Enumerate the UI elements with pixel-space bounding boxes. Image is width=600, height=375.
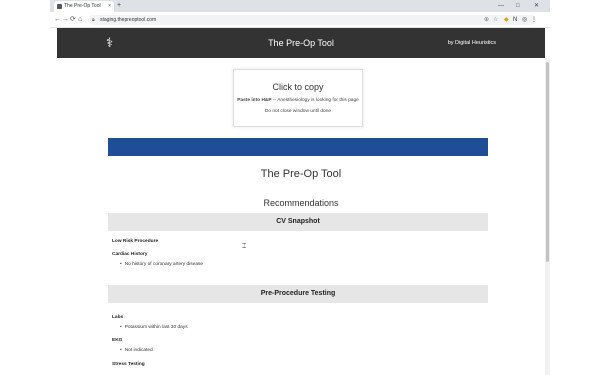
list-item: No history of coronary artery disease [120, 262, 203, 267]
screen: The Pre-Op Tool × + — □ ✕ ← → ⟳ ⌂ 🔒︎ sta… [50, 0, 550, 375]
browser-tab[interactable]: The Pre-Op Tool × [54, 1, 114, 12]
page-title: The Pre-Op Tool [260, 168, 342, 180]
address-bar[interactable]: 🔒︎ staging.thepreoptool.com ⊕ ☆ ◆ N ◎ ⋮ [88, 15, 537, 25]
bookmark-star-icon[interactable]: ☆ [493, 15, 498, 25]
byline[interactable]: by Digital Heuristics [448, 28, 496, 58]
item-label-stress-testing: Stress Testing [112, 362, 145, 367]
tab-favicon-icon [57, 4, 62, 9]
item-label-ekg: EKG [112, 338, 123, 343]
tab-title: The Pre-Op Tool [64, 3, 101, 9]
home-icon[interactable]: ⌂ [78, 12, 82, 28]
page-content: Click to copy Paste into H&P -- Anesthes… [57, 58, 545, 375]
item-label-cardiac-history: Cardiac History [112, 252, 148, 257]
click-to-copy-button[interactable]: Click to copy Paste into H&P -- Anesthes… [233, 69, 363, 127]
tab-close-icon[interactable]: × [108, 1, 111, 12]
profile-icon[interactable]: ◎ [522, 15, 527, 25]
copy-box-title: Click to copy [272, 82, 324, 92]
copy-box-instruction-bold: Paste into H&P [237, 98, 272, 103]
scrollbar-thumb[interactable] [546, 62, 549, 262]
list-item: Not indicated [120, 348, 153, 353]
item-label-low-risk: Low Risk Procedure [112, 239, 159, 244]
back-icon[interactable]: ← [54, 12, 61, 28]
new-tab-button[interactable]: + [117, 0, 121, 12]
reload-icon[interactable]: ⟳ [70, 12, 76, 28]
list-item: Potassium within last 30 days [120, 325, 188, 330]
copy-box-instruction-rest: -- Anesthesiology is looking for this pa… [271, 98, 359, 103]
site-header: ⚕ The Pre-Op Tool by Digital Heuristics [57, 28, 545, 58]
copy-box-note: Do not close window until done [264, 109, 332, 114]
copy-box-instruction: Paste into H&P -- Anesthesiology is look… [234, 98, 362, 103]
recommendations-heading: Recommendations [263, 198, 339, 208]
minimize-icon[interactable]: — [498, 0, 504, 12]
maximize-icon[interactable]: □ [516, 0, 520, 12]
extension-n-icon[interactable]: N [513, 15, 517, 25]
address-url: staging.thepreoptool.com [100, 17, 157, 23]
blue-banner [108, 138, 488, 156]
section-header-cv-snapshot: CV Snapshot [108, 213, 488, 231]
close-window-icon[interactable]: ✕ [534, 0, 539, 12]
mouse-cursor-icon: ⌶ [242, 243, 247, 250]
item-label-labs: Labs [112, 315, 124, 320]
tab-strip: The Pre-Op Tool × + — □ ✕ [50, 0, 550, 12]
lock-icon: 🔒︎ [92, 17, 95, 23]
zoom-icon[interactable]: ⊕ [484, 15, 489, 25]
extension-icon[interactable]: ◆ [504, 15, 509, 25]
section-header-pre-procedure-testing: Pre-Procedure Testing [108, 285, 488, 303]
forward-icon[interactable]: → [62, 12, 69, 28]
browser-toolbar: ← → ⟳ ⌂ 🔒︎ staging.thepreoptool.com ⊕ ☆ … [50, 12, 550, 28]
menu-icon[interactable]: ⋮ [531, 15, 537, 25]
